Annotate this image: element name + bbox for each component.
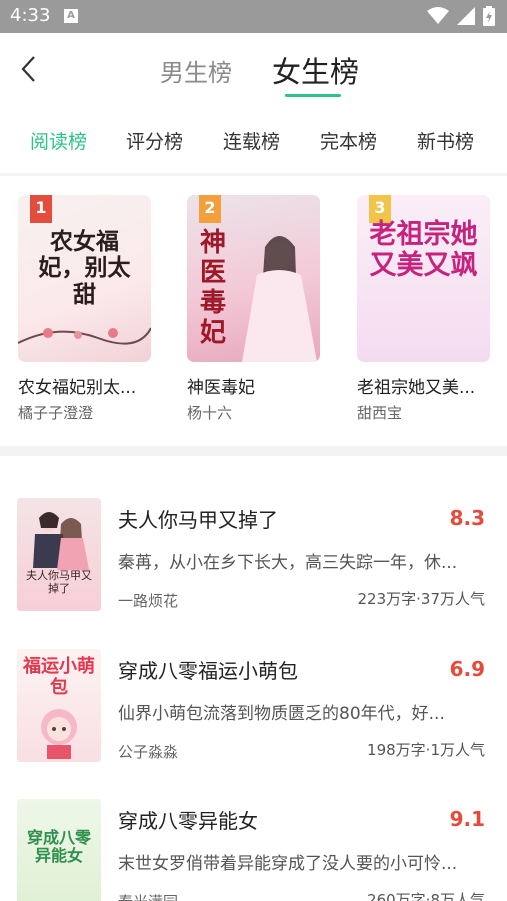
status-time: 4:33: [10, 5, 51, 26]
cover-art-text: 穿成八零异能女: [26, 828, 91, 866]
book-title: 穿成八零异能女: [118, 809, 258, 833]
book-score: 6.9: [449, 657, 485, 681]
book-stats: 223万字·37万人气: [357, 590, 486, 608]
book-author: 甜西宝: [357, 404, 403, 422]
cover-art-text: 农女福妃，别太甜: [38, 228, 131, 308]
book-cover: 福运小萌包: [17, 649, 101, 762]
book-cover: 2 神医毒妃: [187, 195, 320, 362]
category-tab-completed[interactable]: 完本榜: [320, 127, 377, 154]
book-score: 9.1: [449, 807, 485, 831]
book-author: 杨十六: [187, 404, 233, 422]
tab-female-ranking[interactable]: 女生榜: [272, 49, 359, 91]
divider: [0, 173, 507, 176]
category-tab-new[interactable]: 新书榜: [417, 127, 474, 154]
book-title: 神医毒妃: [187, 378, 255, 398]
back-arrow-icon: [21, 56, 35, 82]
book-stats: 198万字·1万人气: [367, 741, 485, 759]
book-cover: 3 老祖宗她又美又飒: [357, 195, 490, 362]
book-cover: 夫人你马甲又掉了: [17, 498, 101, 611]
category-tab-reading[interactable]: 阅读榜: [30, 127, 87, 154]
book-stats: 260万字·8万人气: [367, 891, 485, 901]
book-title: 老祖宗她又美...: [357, 378, 476, 398]
book-author: 橘子子澄澄: [18, 404, 94, 422]
book-cover: 1 农女福妃，别太甜: [18, 195, 151, 362]
section-divider: [0, 446, 507, 456]
list-item-book-2[interactable]: 福运小萌包 穿成八零福运小萌包 6.9 仙界小萌包流落到物质匮乏的80年代，好.…: [0, 649, 507, 779]
a-notification-icon: A: [64, 9, 78, 23]
tab-indicator: [285, 94, 341, 97]
battery-icon: [483, 6, 495, 26]
cover-art-text: 老祖宗她又美又飒: [369, 219, 478, 282]
book-score: 8.3: [449, 506, 485, 530]
book-description: 秦苒，从小在乡下长大，高三失踪一年，休...: [118, 553, 458, 573]
top-book-3[interactable]: 3 老祖宗她又美又飒 老祖宗她又美... 甜西宝: [357, 195, 507, 422]
wifi-icon: [427, 7, 449, 24]
category-tab-serializing[interactable]: 连载榜: [223, 127, 280, 154]
cover-art-text: 夫人你马甲又掉了: [26, 569, 92, 595]
chibi-girl-art: [41, 709, 77, 759]
ranking-page: 男生榜 女生榜 阅读榜 评分榜 连载榜 完本榜 新书榜 1 农女福妃，别太甜 农…: [0, 33, 507, 901]
book-author: 一路烦花: [118, 592, 179, 610]
book-title: 农女福妃别太...: [18, 378, 137, 398]
book-title: 穿成八零福运小萌包: [118, 659, 298, 683]
category-tab-rating[interactable]: 评分榜: [126, 127, 183, 154]
signal-icon: [457, 7, 475, 25]
book-cover: 穿成八零异能女: [17, 799, 101, 901]
list-item-book-3[interactable]: 穿成八零异能女 穿成八零异能女 9.1 末世女罗俏带着异能穿成了没人要的小可怜.…: [0, 799, 507, 901]
tab-male-ranking[interactable]: 男生榜: [160, 53, 232, 88]
heroine-figure-art: [242, 236, 317, 362]
book-description: 仙界小萌包流落到物质匮乏的80年代，好...: [118, 704, 445, 724]
book-author: 春光满园: [118, 891, 178, 901]
back-button[interactable]: [14, 51, 44, 87]
top-book-2[interactable]: 2 神医毒妃 神医毒妃 杨十六: [187, 195, 337, 422]
book-description: 末世女罗俏带着异能穿成了没人要的小可怜...: [118, 854, 458, 874]
rank-badge: 1: [30, 195, 52, 223]
book-author: 公子淼淼: [118, 743, 179, 761]
top-book-1[interactable]: 1 农女福妃，别太甜 农女福妃别太... 橘子子澄澄: [18, 195, 168, 422]
status-bar: 4:33 A: [0, 0, 507, 33]
plum-blossom-art: [18, 327, 151, 345]
list-item-book-1[interactable]: 夫人你马甲又掉了 夫人你马甲又掉了 8.3 秦苒，从小在乡下长大，高三失踪一年，…: [0, 498, 507, 628]
book-title: 夫人你马甲又掉了: [118, 508, 278, 532]
